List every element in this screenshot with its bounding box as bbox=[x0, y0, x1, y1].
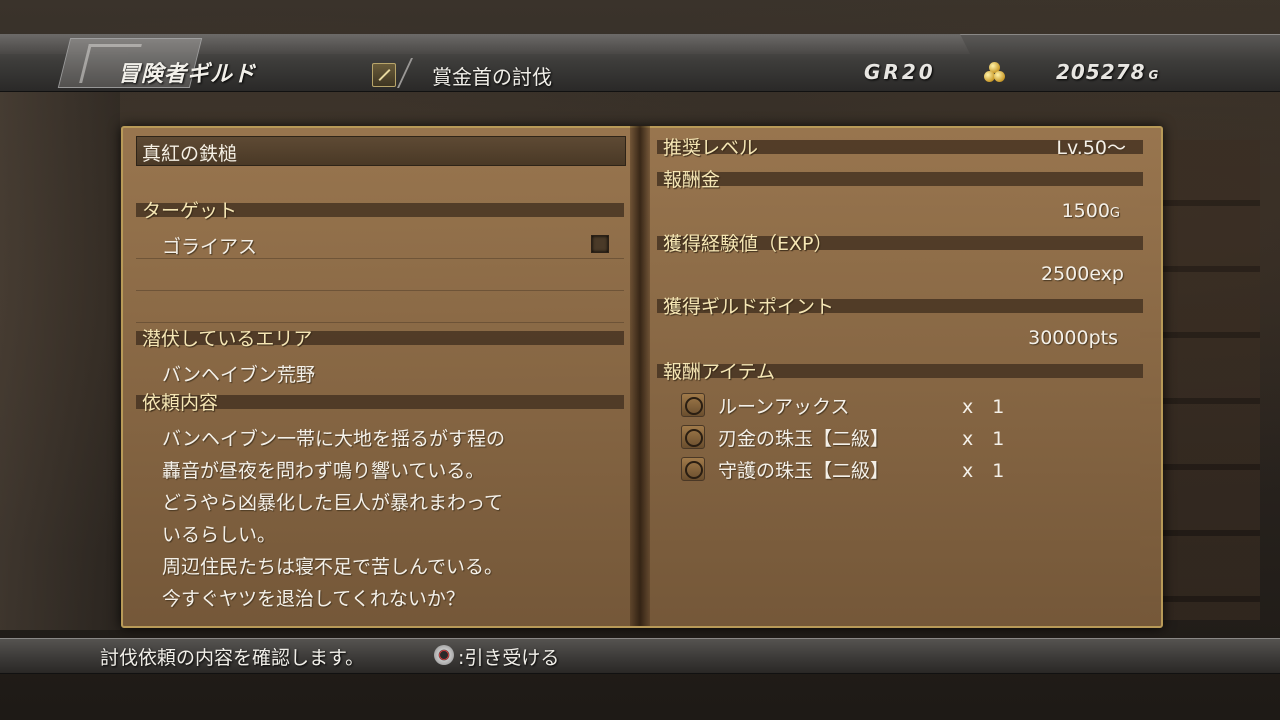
background-wall bbox=[0, 90, 120, 630]
reward-money-unit: G bbox=[1109, 206, 1120, 221]
guild-points-number: 30000 bbox=[1028, 327, 1089, 349]
divider bbox=[136, 258, 624, 259]
recommended-level: Lv.50～ bbox=[1056, 137, 1126, 159]
divider bbox=[136, 322, 624, 323]
exp-value: 2500exp bbox=[1041, 263, 1124, 285]
request-line: 周辺住民たちは寝不足で苦しんでいる。 bbox=[162, 556, 504, 578]
accept-label[interactable]: :引き受ける bbox=[458, 643, 559, 670]
reward-item-qty: x 1 bbox=[962, 396, 1005, 418]
money-display: 205278 G bbox=[1056, 60, 1159, 84]
quest-type-label: 賞金首の討伐 bbox=[432, 65, 552, 89]
money-value: 205278 bbox=[1056, 60, 1146, 84]
exp-unit: exp bbox=[1089, 263, 1124, 285]
exp-label: 獲得経験値（EXP） bbox=[663, 233, 833, 255]
guild-points-label: 獲得ギルドポイント bbox=[663, 296, 835, 318]
guild-points-unit: pts bbox=[1088, 327, 1118, 349]
quest-name: 真紅の鉄槌 bbox=[142, 143, 238, 165]
reward-item-qty: x 1 bbox=[962, 428, 1005, 450]
reward-item-name: 刃金の珠玉【二級】 bbox=[718, 428, 890, 450]
area-name: バンヘイブン荒野 bbox=[162, 364, 315, 386]
panel-spine bbox=[630, 126, 650, 626]
area-label: 潜伏しているエリア bbox=[142, 328, 313, 350]
sword-icon bbox=[372, 63, 396, 87]
request-label: 依頼内容 bbox=[142, 392, 219, 414]
reward-item-qty: x 1 bbox=[962, 460, 1005, 482]
request-line: バンヘイブン一帯に大地を揺るがす程の bbox=[162, 428, 505, 450]
divider bbox=[136, 290, 624, 291]
recommended-level-label: 推奨レベル bbox=[663, 137, 759, 159]
reward-money: 1500G bbox=[1062, 200, 1120, 222]
request-line: 今すぐヤツを退治してくれないか？ bbox=[162, 588, 465, 610]
target-name[interactable]: ゴライアス bbox=[162, 232, 257, 259]
target-label: ターゲット bbox=[142, 200, 238, 222]
guard-gem-icon bbox=[681, 457, 705, 481]
request-line: いるらしい。 bbox=[162, 524, 277, 546]
guild-points: 30000pts bbox=[1028, 327, 1118, 349]
reward-money-label: 報酬金 bbox=[663, 169, 721, 191]
reward-items-label: 報酬アイテム bbox=[663, 361, 776, 383]
reward-money-value: 1500 bbox=[1061, 200, 1110, 222]
reward-money-section-bar bbox=[657, 172, 1143, 186]
request-line: 轟音が昼夜を問わず鳴り響いている。 bbox=[162, 460, 485, 482]
reward-item-name: 守護の珠玉【二級】 bbox=[718, 460, 890, 482]
target-checkbox bbox=[591, 235, 609, 253]
reward-item-name: ルーンアックス bbox=[718, 396, 850, 418]
request-line: どうやら凶暴化した巨人が暴れまわって bbox=[162, 492, 504, 514]
circle-button-icon[interactable] bbox=[434, 645, 454, 665]
footer-hint: 討伐依頼の内容を確認します。 bbox=[100, 647, 365, 669]
coin-icon bbox=[984, 62, 1006, 84]
blade-gem-icon bbox=[681, 425, 705, 449]
guild-title: 冒険者ギルド bbox=[118, 62, 257, 87]
guild-rank: GR20 bbox=[864, 60, 936, 84]
axe-icon bbox=[681, 393, 705, 417]
money-unit: G bbox=[1148, 68, 1160, 82]
exp-number: 2500 bbox=[1040, 263, 1090, 285]
